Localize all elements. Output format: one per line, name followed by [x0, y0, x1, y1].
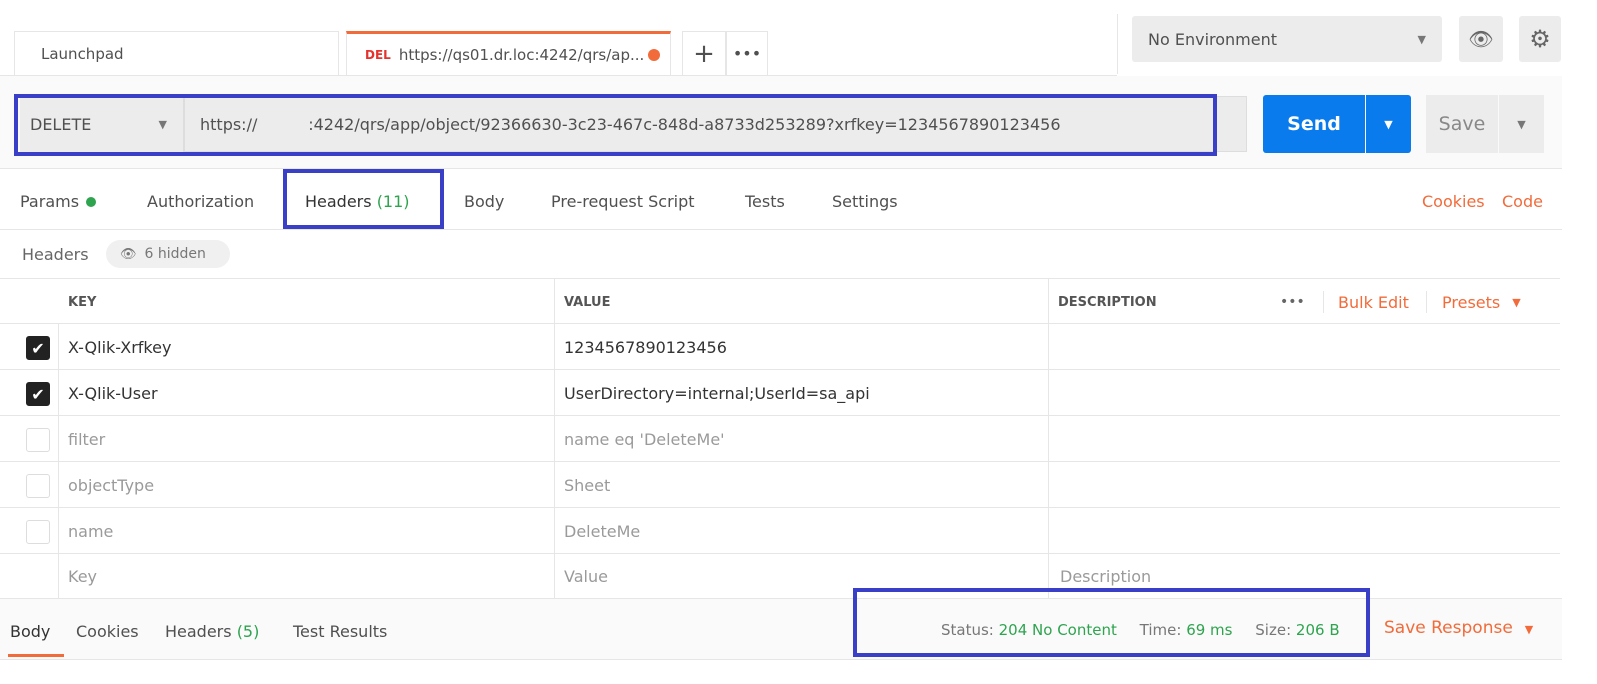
tab-label: Params: [20, 192, 80, 211]
highlight-response-status: [853, 588, 1370, 657]
headers-count: (5): [236, 622, 260, 641]
more-options-icon[interactable]: •••: [1280, 279, 1305, 325]
tab-label: https://qs01.dr.loc:4242/qrs/ap...: [398, 45, 645, 64]
header-value[interactable]: Sheet: [564, 462, 610, 508]
chevron-down-icon: ▼: [1417, 32, 1426, 46]
save-response-button[interactable]: Save Response ▼: [1384, 618, 1533, 638]
header-value[interactable]: name eq 'DeleteMe': [564, 416, 725, 462]
header-key[interactable]: filter: [68, 416, 105, 462]
unsaved-dot-icon: [648, 48, 661, 61]
tab-delete-request[interactable]: DEL https://qs01.dr.loc:4242/qrs/ap...: [346, 31, 671, 75]
environment-label: No Environment: [1148, 29, 1278, 49]
environment-select[interactable]: No Environment ▼: [1132, 16, 1442, 62]
cookies-link[interactable]: Cookies: [1422, 192, 1485, 211]
tab-label: Headers: [165, 622, 232, 641]
header-key[interactable]: objectType: [68, 462, 154, 508]
column-description: DESCRIPTION: [1058, 294, 1157, 310]
gear-icon[interactable]: ⚙: [1519, 16, 1561, 62]
send-options-dropdown[interactable]: ▼: [1366, 95, 1411, 153]
tab-body[interactable]: Body: [464, 192, 504, 211]
save-options-dropdown[interactable]: ▼: [1499, 95, 1544, 153]
response-tab-cookies[interactable]: Cookies: [76, 622, 139, 641]
table-row: objectType Sheet: [0, 462, 1560, 508]
eye-icon[interactable]: 👁: [1459, 16, 1503, 62]
header-key[interactable]: X-Qlik-Xrfkey: [68, 324, 171, 370]
response-tab-headers[interactable]: Headers (5): [165, 622, 259, 641]
table-row: ✔ X-Qlik-Xrfkey 1234567890123456: [0, 324, 1560, 370]
row-checkbox[interactable]: [26, 474, 50, 498]
hidden-count: 6 hidden: [144, 246, 206, 262]
headers-table: KEY VALUE DESCRIPTION ••• Bulk Edit Pres…: [0, 278, 1560, 599]
table-row: name DeleteMe: [0, 508, 1560, 554]
column-value: VALUE: [564, 294, 611, 310]
presets-dropdown[interactable]: Presets ▼: [1442, 279, 1521, 325]
hidden-headers-toggle[interactable]: 👁 6 hidden: [106, 240, 230, 268]
new-tab-button[interactable]: +: [682, 31, 726, 75]
send-button[interactable]: Send: [1263, 95, 1365, 153]
header-value[interactable]: UserDirectory=internal;UserId=sa_api: [564, 370, 870, 416]
tab-label: Launchpad: [41, 44, 124, 63]
tab-tests[interactable]: Tests: [745, 192, 785, 211]
header-key[interactable]: X-Qlik-User: [68, 370, 158, 416]
highlight-headers-tab: [283, 169, 444, 229]
tab-launchpad[interactable]: Launchpad: [14, 31, 339, 75]
row-checkbox[interactable]: ✔: [26, 336, 50, 360]
method-badge: DEL: [365, 47, 391, 62]
response-tab-body[interactable]: Body: [10, 622, 50, 641]
chevron-down-icon: ▼: [1512, 295, 1521, 309]
chevron-down-icon: ▼: [1524, 623, 1534, 636]
row-checkbox[interactable]: ✔: [26, 382, 50, 406]
highlight-request: [14, 94, 1217, 156]
save-button[interactable]: Save: [1426, 95, 1498, 153]
table-row: filter name eq 'DeleteMe': [0, 416, 1560, 462]
value-input[interactable]: Value: [564, 553, 608, 599]
save-response-label: Save Response: [1384, 618, 1513, 638]
presets-label: Presets: [1442, 292, 1501, 312]
header-value[interactable]: DeleteMe: [564, 508, 640, 554]
key-input[interactable]: Key: [68, 553, 97, 599]
tab-pre-request-script[interactable]: Pre-request Script: [551, 192, 695, 211]
headers-section-label: Headers: [22, 245, 89, 264]
more-tabs-icon[interactable]: •••: [726, 31, 768, 75]
row-checkbox[interactable]: [26, 520, 50, 544]
header-value[interactable]: 1234567890123456: [564, 324, 727, 370]
row-checkbox[interactable]: [26, 428, 50, 452]
header-key[interactable]: name: [68, 508, 113, 554]
eye-icon: 👁: [120, 246, 137, 262]
tab-authorization[interactable]: Authorization: [147, 192, 254, 211]
params-active-dot-icon: [86, 197, 97, 207]
tab-settings[interactable]: Settings: [832, 192, 898, 211]
table-row: ✔ X-Qlik-User UserDirectory=internal;Use…: [0, 370, 1560, 416]
bulk-edit-link[interactable]: Bulk Edit: [1338, 279, 1409, 325]
response-tab-test-results[interactable]: Test Results: [293, 622, 387, 641]
column-key: KEY: [68, 294, 97, 310]
code-link[interactable]: Code: [1502, 192, 1543, 211]
tab-params[interactable]: Params: [20, 192, 97, 211]
